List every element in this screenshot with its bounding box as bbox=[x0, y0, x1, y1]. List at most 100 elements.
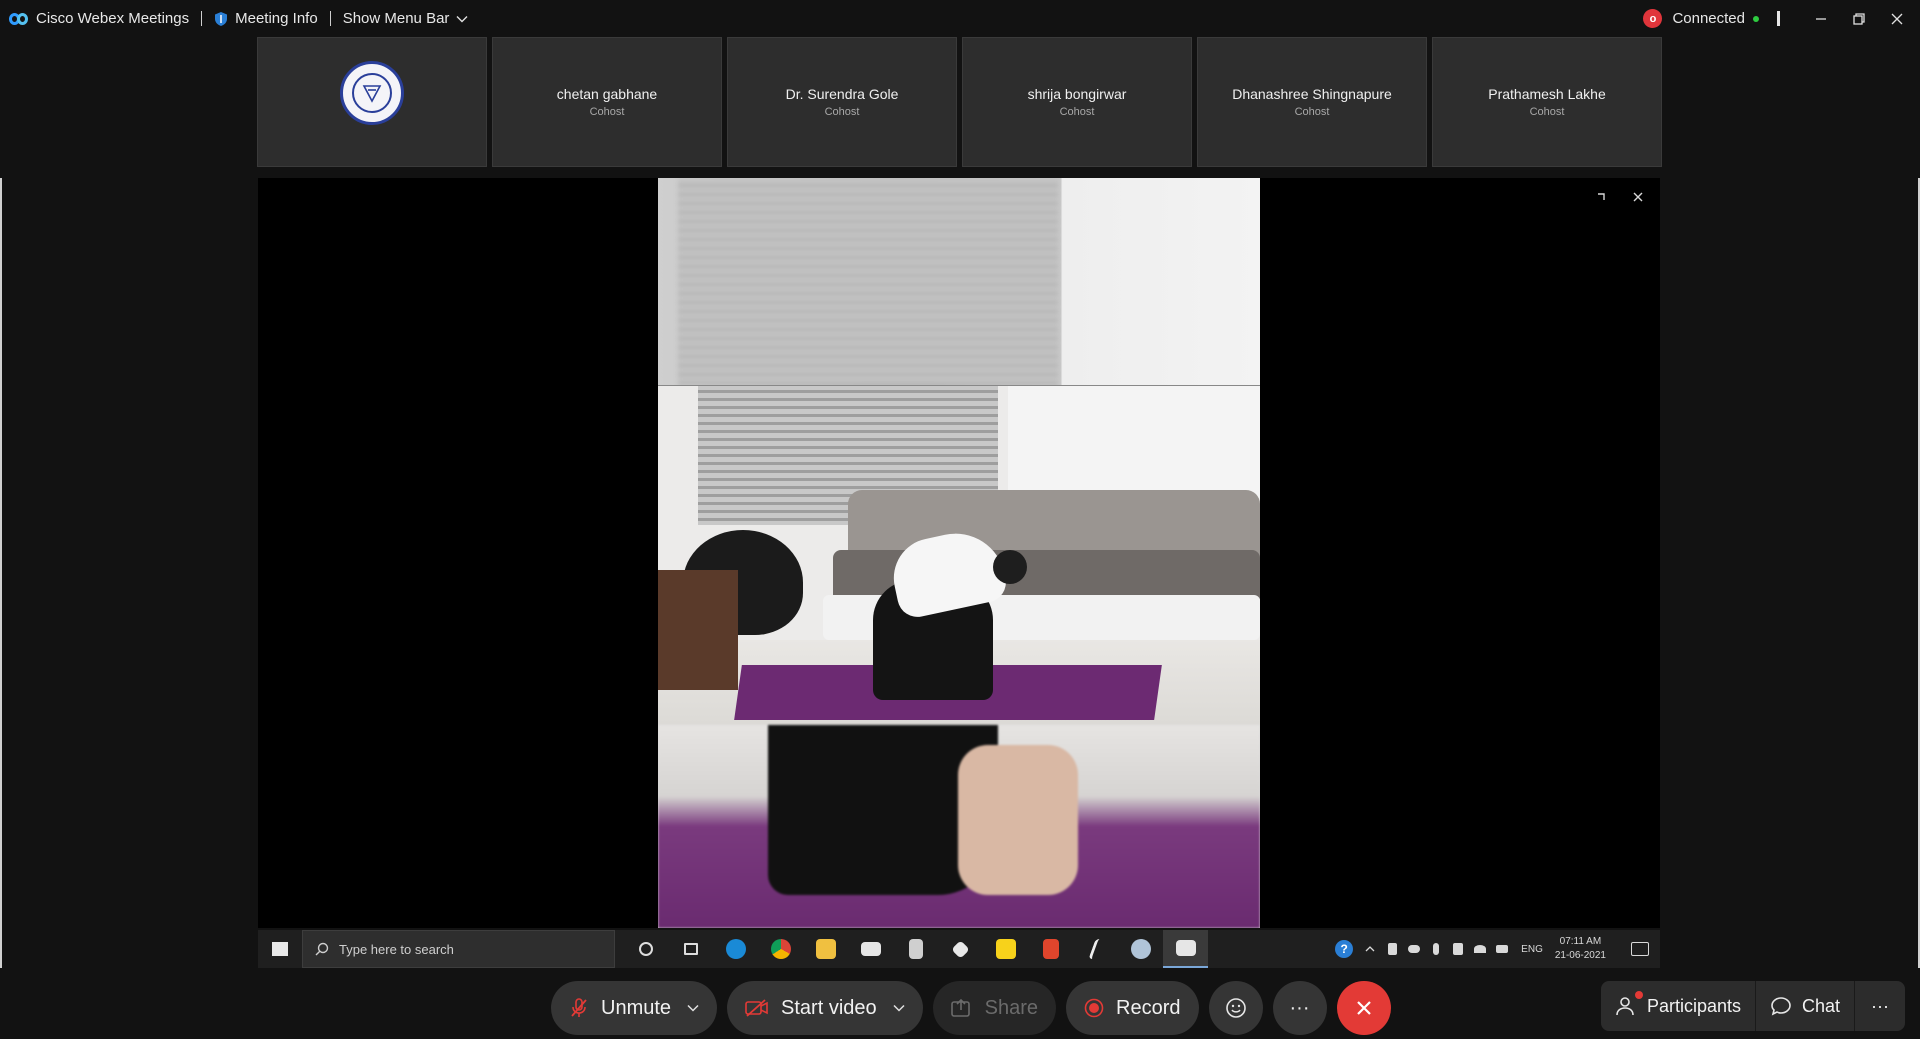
taskbar-search: Type here to search bbox=[302, 930, 615, 968]
restore-icon bbox=[1853, 12, 1865, 25]
cortana-icon bbox=[623, 930, 668, 968]
show-menu-bar-label: Show Menu Bar bbox=[342, 10, 450, 27]
panel-more-button[interactable]: ··· bbox=[1855, 981, 1905, 1031]
webex-logo-icon bbox=[9, 11, 29, 27]
close-video-button[interactable] bbox=[1629, 188, 1647, 206]
share-button[interactable]: Share bbox=[932, 981, 1057, 1035]
wifi-icon bbox=[1469, 930, 1491, 968]
title-bar: Cisco Webex Meetings Meeting Info Show M… bbox=[0, 0, 1920, 37]
participant-name: Dr. Surendra Gole bbox=[785, 86, 899, 102]
title-separator-2 bbox=[329, 11, 331, 26]
seal-inner bbox=[352, 73, 392, 113]
recording-indicator-icon: o bbox=[1643, 9, 1663, 28]
tray-chevron-icon bbox=[1359, 930, 1381, 968]
tray-date: 21-06-2021 bbox=[1554, 950, 1606, 961]
expand-corner-icon bbox=[1598, 193, 1605, 200]
show-menu-bar-button[interactable]: Show Menu Bar bbox=[343, 10, 469, 27]
chat-label: Chat bbox=[1801, 995, 1841, 1016]
end-call-icon bbox=[1356, 1001, 1371, 1015]
record-icon bbox=[1084, 998, 1104, 1018]
search-icon bbox=[315, 942, 329, 956]
participants-button[interactable]: Participants bbox=[1601, 981, 1756, 1031]
seal-emblem-icon bbox=[362, 85, 382, 103]
video-top-blur bbox=[658, 178, 1260, 385]
close-window-button[interactable] bbox=[1878, 0, 1916, 37]
title-bar-left: Cisco Webex Meetings Meeting Info Show M… bbox=[0, 0, 468, 37]
record-button[interactable]: Record bbox=[1066, 981, 1199, 1035]
microphone-muted-icon bbox=[571, 998, 587, 1017]
language-indicator: ENG bbox=[1521, 943, 1543, 955]
chat-button[interactable]: Chat bbox=[1756, 981, 1856, 1031]
file-explorer-icon bbox=[803, 930, 848, 968]
video-editor-icon bbox=[1163, 930, 1208, 968]
video-bottom-blur bbox=[658, 725, 1260, 928]
mail-icon bbox=[848, 930, 893, 968]
taskbar-apps bbox=[623, 930, 1208, 968]
volume-icon bbox=[1447, 930, 1469, 968]
participant-name: Dhanashree Shingnapure bbox=[1232, 86, 1392, 102]
more-options-label: ··· bbox=[1289, 996, 1310, 1019]
start-button bbox=[258, 930, 302, 968]
chrome-icon bbox=[758, 930, 803, 968]
system-tray: ? ENG 07:11 AM 21-06-2021 bbox=[1335, 930, 1660, 968]
share-icon bbox=[950, 998, 970, 1017]
participant-tile[interactable]: Dr. Surendra Gole Cohost bbox=[727, 37, 957, 167]
dropbox-icon bbox=[938, 930, 983, 968]
office-icon bbox=[1028, 930, 1073, 968]
participant-tile[interactable]: Prathamesh Lakhe Cohost bbox=[1432, 37, 1662, 167]
chevron-down-icon[interactable] bbox=[687, 1004, 699, 1012]
participant-tile[interactable]: shrija bongirwar Cohost bbox=[962, 37, 1192, 167]
edge-icon bbox=[713, 930, 758, 968]
title-separator bbox=[201, 11, 203, 26]
participant-role: Cohost bbox=[1059, 106, 1095, 118]
participant-strip: chetan gabhane Cohost Dr. Surendra Gole … bbox=[257, 37, 1662, 167]
connection-dot-icon bbox=[1753, 15, 1759, 22]
restore-button[interactable] bbox=[1840, 0, 1878, 37]
unmute-label: Unmute bbox=[601, 996, 672, 1019]
battery-icon bbox=[1491, 930, 1513, 968]
meeting-controls: Unmute Start video Share Record ··· bbox=[551, 980, 1391, 1036]
participant-tile[interactable]: Dhanashree Shingnapure Cohost bbox=[1197, 37, 1427, 167]
expand-video-button[interactable] bbox=[1592, 188, 1610, 206]
tray-network-icon bbox=[1381, 930, 1403, 968]
app-cloud-icon bbox=[1118, 930, 1163, 968]
windows-logo-icon bbox=[272, 942, 288, 956]
chat-icon bbox=[1771, 997, 1791, 1016]
participant-tile[interactable]: chetan gabhane Cohost bbox=[492, 37, 722, 167]
unmute-button[interactable]: Unmute bbox=[551, 981, 718, 1035]
task-view-icon bbox=[668, 930, 713, 968]
minimize-button[interactable] bbox=[1802, 0, 1840, 37]
participants-label: Participants bbox=[1646, 995, 1741, 1016]
meeting-info-button[interactable]: Meeting Info bbox=[214, 10, 318, 27]
share-label: Share bbox=[984, 996, 1039, 1019]
chevron-down-icon[interactable] bbox=[893, 1004, 905, 1012]
college-seal-logo bbox=[340, 61, 404, 125]
participant-role: Cohost bbox=[1294, 106, 1330, 118]
panel-more-label: ··· bbox=[1871, 995, 1889, 1016]
onedrive-icon bbox=[1403, 930, 1425, 968]
participant-role: Cohost bbox=[1529, 106, 1565, 118]
panel-controls: Participants Chat ··· bbox=[1600, 981, 1905, 1031]
shield-icon bbox=[215, 11, 228, 26]
end-call-button[interactable] bbox=[1336, 981, 1391, 1035]
participant-name: chetan gabhane bbox=[556, 86, 658, 102]
participant-role: Cohost bbox=[824, 106, 860, 118]
record-label: Record bbox=[1116, 996, 1181, 1019]
app-bolt-icon bbox=[1073, 930, 1118, 968]
reactions-icon bbox=[1225, 998, 1246, 1018]
shared-taskbar: Type here to search ? ENG 07:11 AM 21-06… bbox=[258, 930, 1660, 968]
start-video-label: Start video bbox=[781, 996, 877, 1019]
app-title: Cisco Webex Meetings bbox=[36, 10, 190, 27]
participant-name: Prathamesh Lakhe bbox=[1488, 86, 1606, 102]
tray-clock: 07:11 AM 21-06-2021 bbox=[1555, 935, 1606, 963]
reactions-button[interactable] bbox=[1208, 981, 1263, 1035]
signal-bar-icon bbox=[1777, 11, 1780, 26]
participants-notification-dot bbox=[1634, 991, 1643, 999]
start-video-button[interactable]: Start video bbox=[727, 981, 923, 1035]
video-off-icon bbox=[745, 999, 768, 1017]
participant-tile-host-logo[interactable] bbox=[257, 37, 487, 167]
participant-name: shrija bongirwar bbox=[1027, 86, 1127, 102]
meeting-info-label: Meeting Info bbox=[235, 10, 318, 27]
left-border bbox=[0, 178, 2, 968]
more-options-button[interactable]: ··· bbox=[1272, 981, 1327, 1035]
